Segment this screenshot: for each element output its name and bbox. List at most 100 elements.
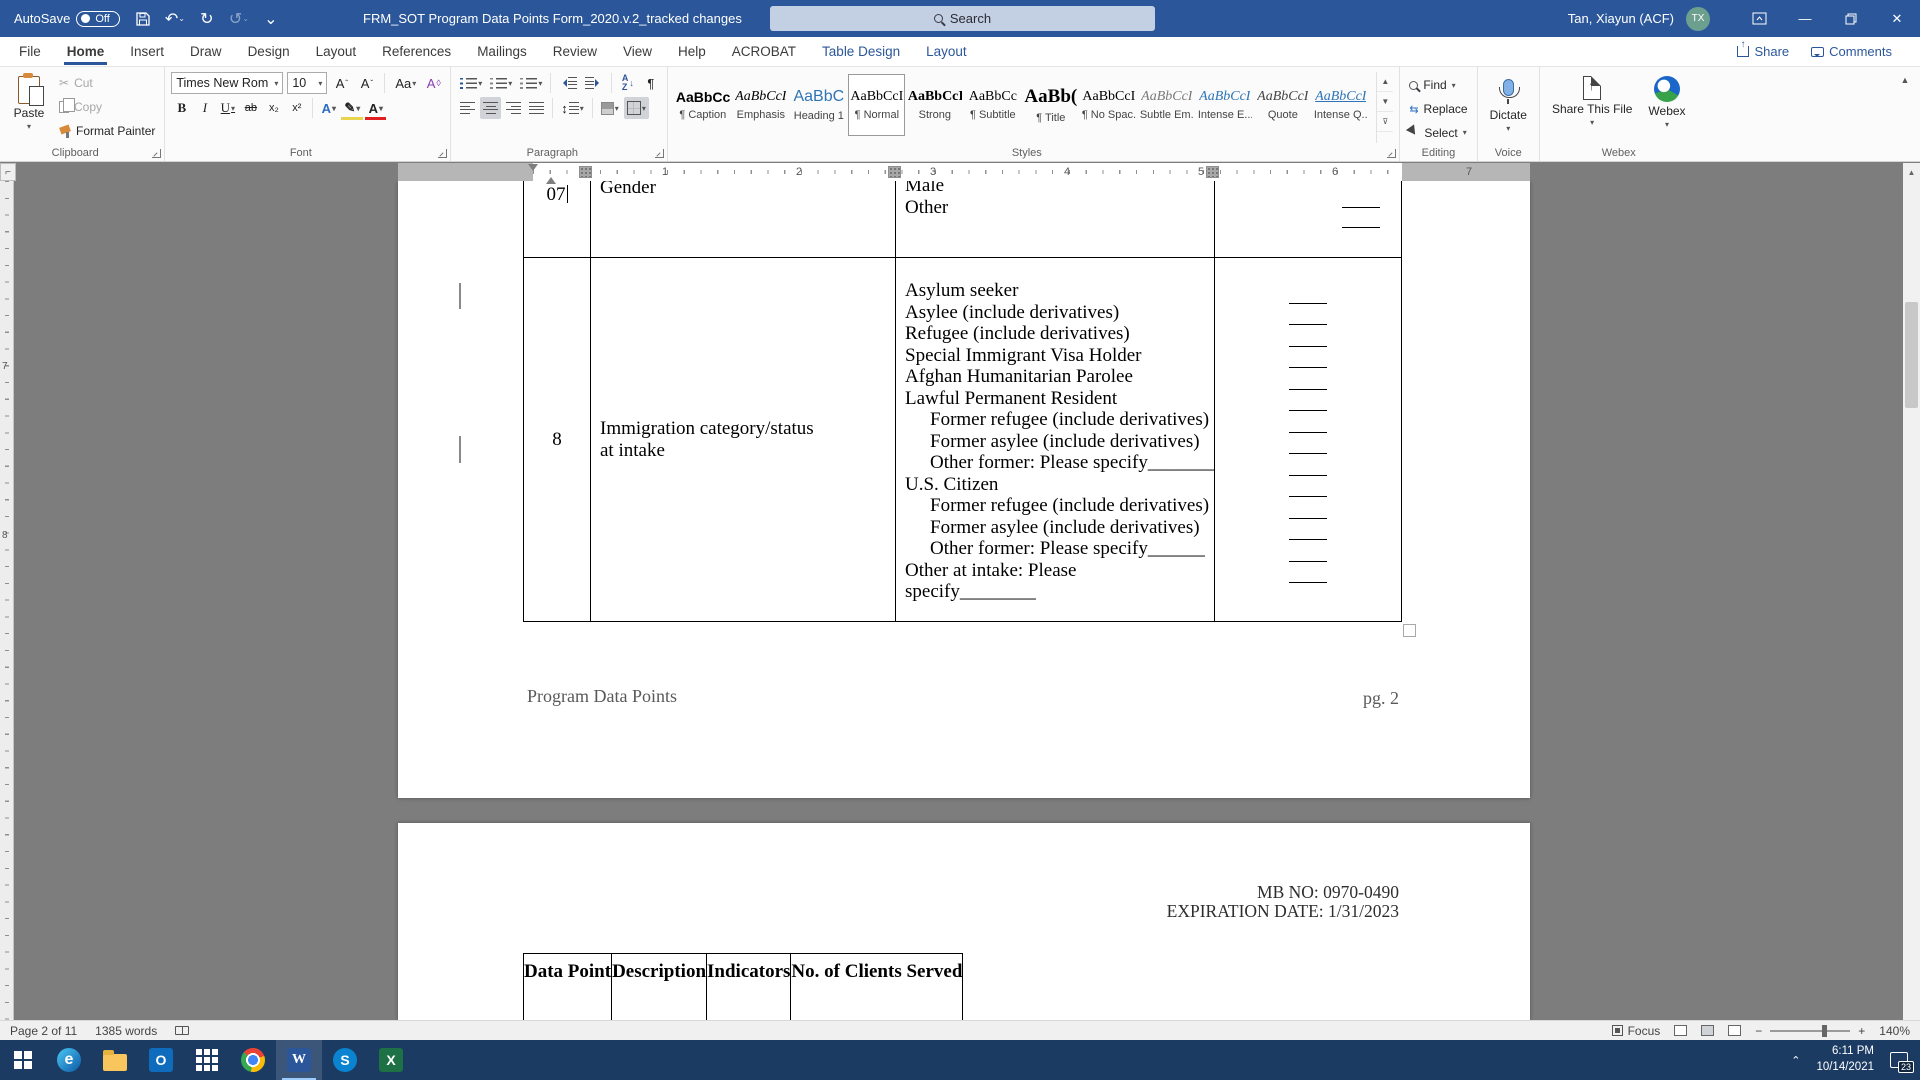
collapse-ribbon-icon[interactable]: ▲ — [1898, 73, 1912, 87]
replace-button[interactable]: ⇆Replace — [1406, 99, 1470, 120]
style-item[interactable]: AaBbCcI Subtle Em... — [1138, 74, 1195, 136]
close-button[interactable]: ✕ — [1874, 0, 1920, 37]
ribbon-tab[interactable]: ACROBAT — [719, 38, 809, 65]
clipboard-dialog-launcher-icon[interactable] — [152, 149, 161, 158]
show-hide-paragraph-button[interactable]: ¶ — [640, 72, 661, 94]
taskbar-item-outlook[interactable]: O — [138, 1040, 184, 1080]
sort-button[interactable]: AZ↓ — [617, 72, 638, 94]
text-effects-button[interactable]: A▾ — [318, 97, 339, 119]
start-button[interactable] — [0, 1040, 46, 1080]
minimize-button[interactable]: — — [1782, 0, 1828, 37]
answer-blank[interactable] — [1289, 325, 1327, 347]
multilevel-list-button[interactable]: ▾ — [517, 72, 545, 94]
line-spacing-button[interactable]: ↕▾ — [558, 97, 587, 119]
taskbar-item-file-explorer[interactable] — [92, 1040, 138, 1080]
ribbon-display-options-icon[interactable] — [1736, 0, 1782, 37]
tray-expand-icon[interactable]: ⌃ — [1791, 1054, 1800, 1067]
align-center-button[interactable] — [480, 97, 501, 119]
style-item[interactable]: AaBbC Heading 1 — [790, 74, 847, 136]
ribbon-tab[interactable]: Insert — [117, 38, 177, 65]
highlight-button[interactable]: ✎▾ — [341, 97, 363, 119]
undo-icon[interactable]: ↶⌄ — [166, 10, 184, 28]
table-column-marker[interactable] — [579, 166, 592, 178]
underline-button[interactable]: U▾ — [217, 97, 238, 119]
increase-indent-button[interactable] — [582, 72, 606, 94]
clients-served-cell[interactable] — [1214, 258, 1402, 621]
style-item[interactable]: AaBbCc ¶ Subtitle — [964, 74, 1021, 136]
style-item[interactable]: AaBbCcI Strong — [906, 74, 963, 136]
paragraph-dialog-launcher-icon[interactable] — [655, 149, 664, 158]
taskbar-item-word[interactable]: W — [276, 1040, 322, 1080]
table-header-cell[interactable]: Data Point — [523, 953, 611, 1020]
font-color-button[interactable]: A▾ — [365, 97, 386, 119]
document-page-1[interactable]: 07 Gender MaleOther 8 — [398, 181, 1530, 798]
search-box[interactable]: Search — [770, 6, 1155, 31]
taskbar-item-edge[interactable]: e — [46, 1040, 92, 1080]
ribbon-tab[interactable]: Table Design — [809, 38, 913, 65]
find-button[interactable]: Find▾ — [1406, 75, 1470, 96]
ribbon-tab[interactable]: Layout — [913, 38, 980, 65]
table-header-cell[interactable]: Indicators — [706, 953, 790, 1020]
justify-button[interactable] — [526, 97, 547, 119]
answer-blank[interactable] — [1289, 411, 1327, 433]
page-indicator[interactable]: Page 2 of 11 — [10, 1024, 77, 1038]
read-mode-icon[interactable] — [1674, 1025, 1687, 1036]
ribbon-tab[interactable]: File — [6, 38, 54, 65]
styles-more-icon[interactable]: ⊽ — [1377, 112, 1393, 132]
table-header-cell[interactable]: Description — [611, 953, 706, 1020]
redo-icon[interactable]: ↻ — [198, 10, 216, 28]
document-page-2[interactable]: MB NO: 0970-0490 EXPIRATION DATE: 1/31/2… — [398, 823, 1530, 1020]
taskbar-item-chrome[interactable] — [230, 1040, 276, 1080]
user-name[interactable]: Tan, Xiayun (ACF) — [1568, 11, 1674, 26]
shading-button[interactable]: ▾ — [598, 97, 622, 119]
bold-button[interactable]: B — [171, 97, 192, 119]
styles-scroll-up-icon[interactable]: ▲ — [1377, 72, 1393, 92]
share-this-file-button[interactable]: Share This File▾ — [1546, 72, 1638, 143]
style-item[interactable]: AaBbCcI Intense E... — [1196, 74, 1253, 136]
taskbar-item-skype[interactable]: S — [322, 1040, 368, 1080]
style-item[interactable]: AaBbCcI Quote — [1254, 74, 1311, 136]
table-row[interactable]: 07 Gender MaleOther — [523, 181, 1402, 258]
table-column-marker[interactable] — [888, 166, 901, 178]
vertical-ruler[interactable]: 7 8 — [0, 181, 14, 1020]
numbered-list-button[interactable]: ▾ — [487, 72, 515, 94]
ribbon-tab[interactable]: Home — [54, 38, 118, 65]
bullet-list-button[interactable]: ▾ — [457, 72, 485, 94]
scrollbar-thumb[interactable] — [1905, 302, 1918, 408]
indicators-cell[interactable]: MaleOther — [895, 181, 1214, 257]
select-button[interactable]: Select▾ — [1406, 122, 1470, 143]
format-painter-button[interactable]: Format Painter — [56, 120, 158, 141]
shrink-font-button[interactable]: Aˇ — [356, 72, 377, 94]
vertical-scrollbar[interactable] — [1903, 181, 1920, 1020]
decrease-indent-button[interactable] — [556, 72, 580, 94]
ribbon-tab[interactable]: Draw — [177, 38, 235, 65]
autosave-toggle[interactable]: AutoSave Off — [14, 11, 120, 27]
dictate-button[interactable]: Dictate▾ — [1484, 72, 1533, 143]
borders-button[interactable]: ▾ — [624, 97, 649, 119]
styles-dialog-launcher-icon[interactable] — [1387, 149, 1396, 158]
paste-button[interactable]: Paste▾ — [6, 72, 52, 143]
word-count[interactable]: 1385 words — [95, 1024, 157, 1038]
ribbon-tab[interactable]: References — [369, 38, 464, 65]
zoom-in-icon[interactable]: + — [1858, 1024, 1865, 1038]
webex-button[interactable]: Webex▾ — [1642, 72, 1691, 143]
print-layout-icon[interactable] — [1701, 1025, 1714, 1036]
hanging-indent-marker[interactable] — [546, 172, 556, 184]
data-point-cell[interactable]: 07 — [523, 181, 590, 257]
answer-blank[interactable] — [1289, 476, 1327, 498]
styles-scroll-down-icon[interactable]: ▼ — [1377, 92, 1393, 112]
zoom-slider-thumb[interactable] — [1822, 1025, 1827, 1037]
table-header-cell[interactable]: No. of Clients Served — [790, 953, 963, 1020]
style-item[interactable]: AaBbCcI Intense Q... — [1312, 74, 1369, 136]
style-item[interactable]: AaBbCc ¶ Caption — [674, 74, 731, 136]
align-left-button[interactable] — [457, 97, 478, 119]
font-family-combo[interactable]: Times New Rom▾ — [171, 72, 283, 94]
answer-blank[interactable] — [1342, 188, 1380, 208]
description-cell[interactable]: Gender — [590, 181, 895, 257]
horizontal-ruler[interactable]: 1234567 — [398, 163, 1530, 181]
comments-button[interactable]: Comments — [1811, 44, 1892, 59]
restore-button[interactable] — [1828, 0, 1874, 37]
superscript-button[interactable]: x² — [286, 97, 307, 119]
italic-button[interactable]: I — [194, 97, 215, 119]
taskbar-item-excel[interactable]: X — [368, 1040, 414, 1080]
